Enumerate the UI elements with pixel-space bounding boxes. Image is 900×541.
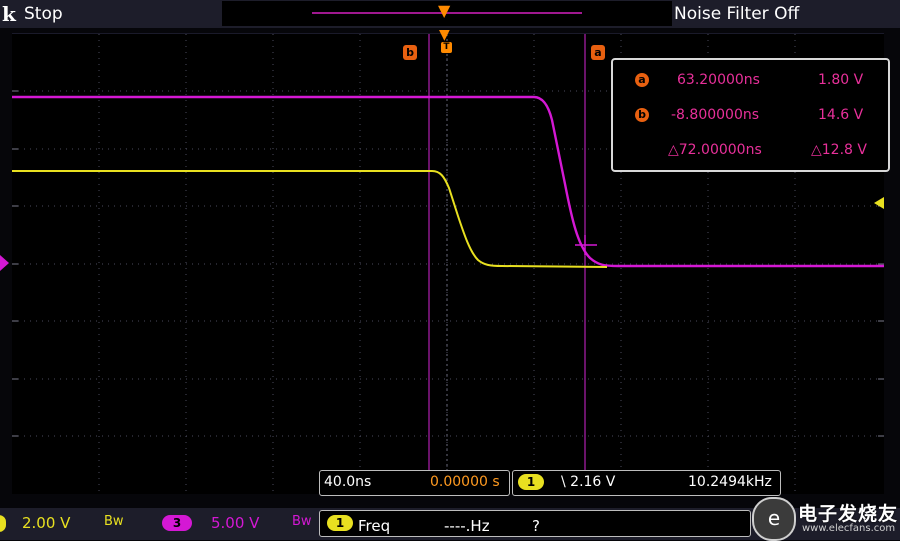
- cursor-b-time: -8.800000ns: [671, 107, 760, 123]
- cursor-b-tag[interactable]: b: [403, 45, 417, 60]
- cursor-delta-time: △72.00000ns: [668, 142, 762, 158]
- record-view[interactable]: ▼: [222, 1, 672, 26]
- cursor-readout-panel[interactable]: a 63.20000ns 1.80 V b -8.800000ns 14.6 V…: [611, 58, 890, 172]
- ch1-scale[interactable]: 2.00 V: [22, 514, 70, 532]
- measurement-source-badge: 1: [327, 515, 353, 531]
- trigger-slope-level: \ 2.16 V: [561, 474, 616, 490]
- trigger-time-marker-icon[interactable]: T: [441, 42, 452, 53]
- cursor-b-volts: 14.6 V: [818, 107, 864, 123]
- site-watermark: e 电子发烧友 www.elecfans.com: [752, 493, 900, 541]
- measurement-flag: ?: [532, 517, 540, 535]
- ch3-badge[interactable]: 3: [162, 515, 192, 531]
- ch3-scale[interactable]: 5.00 V: [211, 514, 259, 532]
- cursor-a-volts: 1.80 V: [818, 72, 864, 88]
- watermark-logo-icon: e: [752, 497, 796, 541]
- cursor-a-tag[interactable]: a: [591, 45, 605, 60]
- ch3-bandwidth-limit: Bw: [292, 514, 312, 529]
- top-status-bar: k Stop ▼ Noise Filter Off: [0, 0, 900, 28]
- ch1-trace: [12, 170, 608, 268]
- cursor-b-badge: b: [635, 108, 649, 122]
- measurement-panel[interactable]: 1 Freq ----.Hz ?: [319, 510, 751, 537]
- brand-letter: k: [2, 2, 16, 26]
- trigger-level-icon: [874, 197, 884, 209]
- trigger-panel[interactable]: 1 \ 2.16 V 10.2494kHz: [512, 470, 781, 496]
- watermark-url: www.elecfans.com: [802, 523, 896, 534]
- timebase-panel[interactable]: 40.0ns 0.00000 s: [319, 470, 510, 496]
- watermark-text: 电子发烧友: [798, 503, 899, 525]
- cursor-a-badge: a: [635, 73, 649, 87]
- acquisition-state[interactable]: Stop: [24, 4, 63, 24]
- measurement-name: Freq: [358, 517, 391, 535]
- ch1-indicator[interactable]: [0, 515, 6, 532]
- cursor-a-time: 63.20000ns: [677, 72, 760, 88]
- measurement-value: ----.Hz: [444, 517, 490, 535]
- trigger-channel-badge: 1: [518, 474, 544, 490]
- ch1-bandwidth-limit: Bw: [104, 514, 124, 529]
- noise-filter-status[interactable]: Noise Filter Off: [674, 4, 799, 24]
- timebase-scale: 40.0ns: [324, 474, 372, 490]
- trigger-frequency: 10.2494kHz: [688, 474, 772, 490]
- trigger-marker-icon[interactable]: ▼: [439, 28, 450, 42]
- timebase-delay: 0.00000 s: [430, 474, 500, 490]
- trigger-position-icon[interactable]: ▼: [438, 1, 450, 20]
- cursor-delta-volts: △12.8 V: [811, 142, 867, 158]
- ch3-ground-marker-icon[interactable]: [0, 255, 9, 271]
